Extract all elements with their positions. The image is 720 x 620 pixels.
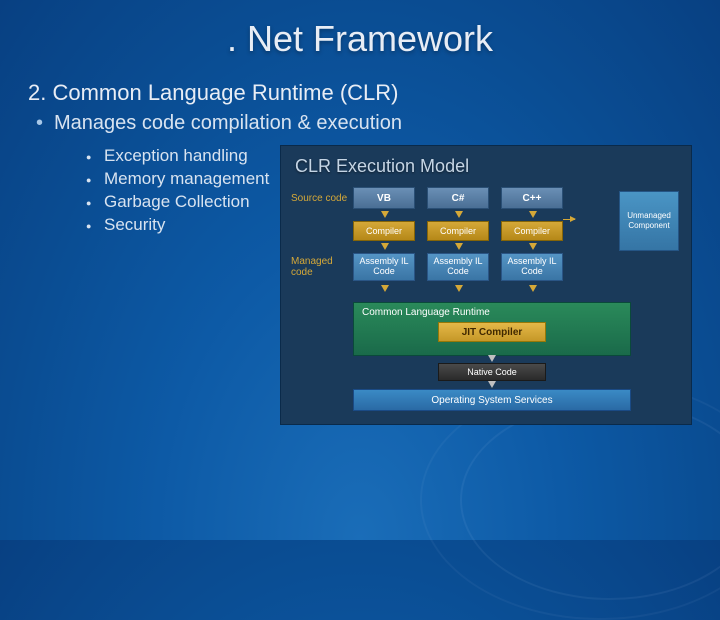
diagram-title: CLR Execution Model [291,156,681,177]
lang-vb-box: VB [353,187,415,209]
clr-label: Common Language Runtime [362,307,622,318]
main-bullet: Manages code compilation & execution [28,112,692,135]
source-code-label: Source code [291,193,353,204]
section-heading: 2. Common Language Runtime (CLR) [28,80,692,106]
sub-bullet: Security [86,214,276,237]
compiler-box: Compiler [353,221,415,241]
lang-csharp-box: C# [427,187,489,209]
clr-box: Common Language Runtime JIT Compiler [353,302,631,356]
slide-title: . Net Framework [0,0,720,80]
managed-code-label: Managed code [291,256,353,278]
lang-cpp-box: C++ [501,187,563,209]
compiler-box: Compiler [501,221,563,241]
jit-compiler-box: JIT Compiler [438,322,546,342]
assembly-box: Assembly IL Code [353,253,415,281]
assembly-box: Assembly IL Code [427,253,489,281]
sub-bullet-list: Exception handling Memory management Gar… [86,145,276,425]
os-services-box: Operating System Services [353,389,631,411]
native-code-box: Native Code [438,363,546,381]
sub-bullet: Memory management [86,168,276,191]
sub-bullet: Garbage Collection [86,191,276,214]
unmanaged-component-box: Unmanaged Component [619,191,679,251]
clr-diagram: CLR Execution Model Source code VB C# C+… [280,145,692,425]
assembly-box: Assembly IL Code [501,253,563,281]
sub-bullet: Exception handling [86,145,276,168]
compiler-box: Compiler [427,221,489,241]
